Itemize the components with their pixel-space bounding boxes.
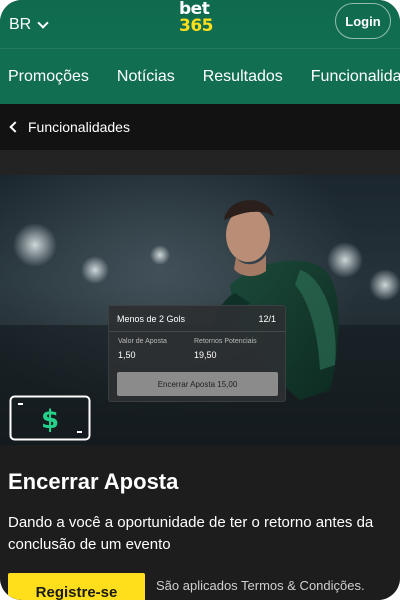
- breadcrumb-label[interactable]: Funcionalidades: [28, 119, 130, 135]
- stake-value: 1,50: [118, 350, 136, 360]
- nav-item-funcionalidades[interactable]: Funcionalidades: [311, 68, 400, 86]
- terms-link[interactable]: São aplicados Termos & Condições.: [156, 578, 365, 593]
- chevron-down-icon: [37, 16, 49, 29]
- nav-item-promocoes[interactable]: Promoções: [8, 68, 89, 86]
- register-button[interactable]: Registre-se: [8, 573, 145, 600]
- language-selector[interactable]: BR: [9, 16, 49, 34]
- feature-title: Encerrar Aposta: [8, 469, 179, 494]
- nav-item-resultados[interactable]: Resultados: [203, 68, 283, 86]
- feature-description: Dando a você a oportunidade de ter o ret…: [8, 514, 374, 553]
- cash-dollar-icon: $: [9, 395, 91, 441]
- cashout-button: Encerrar Aposta 15,00: [117, 372, 278, 396]
- breadcrumb[interactable]: Funcionalidades: [0, 104, 400, 150]
- section-divider: [0, 150, 400, 175]
- bet-slip-card: Menos de 2 Gols 12/1 Valor de Aposta 1,5…: [108, 305, 286, 402]
- returns-label: Retornos Potenciais: [194, 338, 257, 345]
- chevron-left-icon[interactable]: [9, 121, 21, 133]
- svg-text:$: $: [41, 405, 59, 435]
- logo-text-bottom: 365: [179, 16, 214, 36]
- app-frame: BR bet 365 Login Promoções Notícias Resu…: [0, 0, 400, 600]
- nav-item-noticias[interactable]: Notícias: [117, 68, 175, 86]
- login-button[interactable]: Login: [335, 3, 391, 39]
- odds-value: 12/1: [258, 314, 276, 324]
- main-nav: Promoções Notícias Resultados Funcionali…: [0, 48, 400, 104]
- stake-label: Valor de Aposta: [118, 338, 167, 345]
- bet365-logo[interactable]: bet 365: [179, 1, 223, 41]
- returns-value: 19,50: [194, 350, 217, 360]
- language-label: BR: [9, 16, 32, 33]
- top-bar: BR bet 365 Login: [0, 0, 400, 48]
- market-name: Menos de 2 Gols: [117, 314, 186, 324]
